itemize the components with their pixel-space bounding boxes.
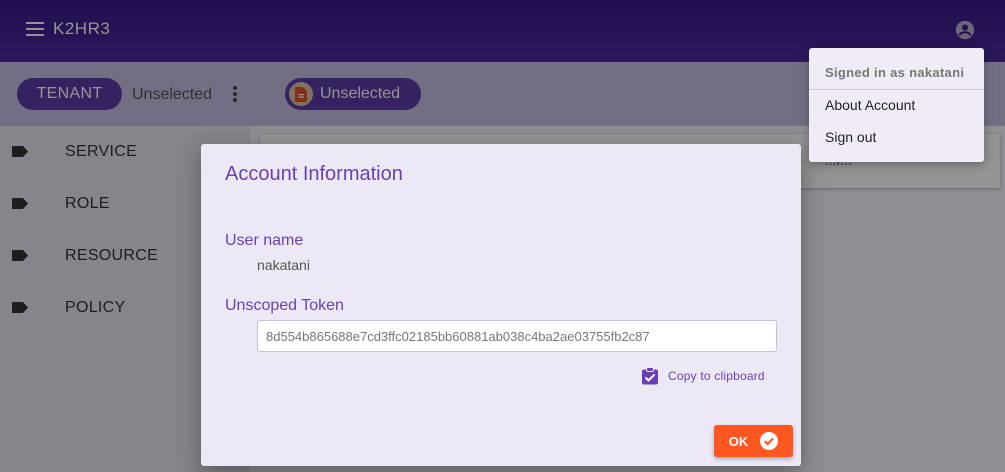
- sign-out-menu-item[interactable]: Sign out: [825, 129, 876, 145]
- ok-label: OK: [728, 433, 749, 449]
- account-information-dialog: Account Information User name nakatani U…: [201, 144, 801, 466]
- menu-divider: [809, 89, 984, 90]
- about-account-menu-item[interactable]: About Account: [825, 97, 915, 113]
- signed-in-header: Signed in as nakatani: [825, 65, 965, 80]
- token-label: Unscoped Token: [225, 297, 344, 314]
- dialog-title: Account Information: [225, 163, 403, 185]
- copy-to-clipboard-button[interactable]: Copy to clipboard: [641, 364, 771, 388]
- check-circle-icon: [760, 432, 779, 450]
- username-value: nakatani: [257, 257, 310, 273]
- account-menu: Signed in as nakatani About Account Sign…: [809, 48, 984, 162]
- copy-label: Copy to clipboard: [668, 369, 765, 383]
- ok-button[interactable]: OK: [714, 425, 793, 457]
- clipboard-check-icon: [642, 367, 658, 385]
- unscoped-token-field[interactable]: [257, 320, 777, 352]
- username-label: User name: [225, 232, 304, 249]
